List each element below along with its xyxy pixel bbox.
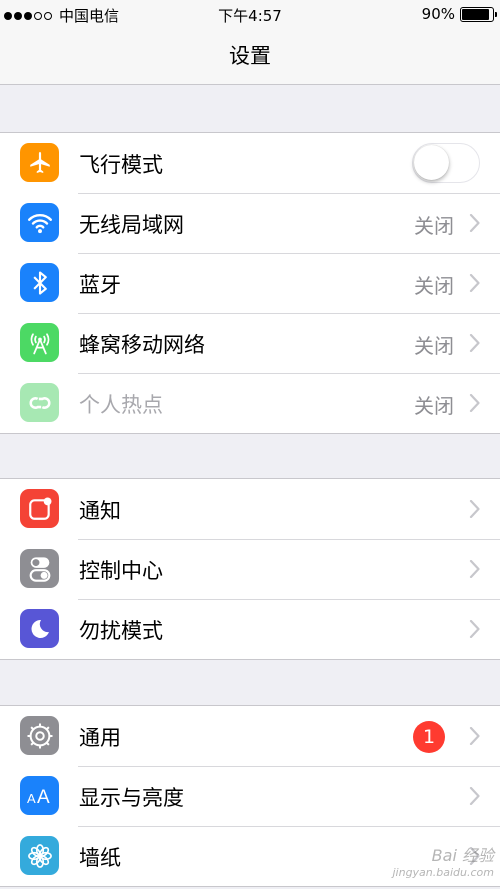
settings-row-label: 通用	[79, 726, 121, 750]
chevron-right-icon	[469, 499, 480, 519]
settings-row-hotspot[interactable]: 个人热点 关闭	[0, 373, 500, 433]
settings-row-label: 控制中心	[79, 559, 163, 583]
settings-row-label: 无线局域网	[79, 213, 184, 237]
status-bar: 中国电信 下午4:57 90%	[0, 0, 500, 28]
settings-row-value: 关闭	[414, 274, 454, 298]
settings-row-airplane[interactable]: 飞行模式	[0, 133, 500, 193]
update-badge: 1	[413, 721, 445, 753]
settings-row-label: 勿扰模式	[79, 619, 163, 643]
text-size-icon: AA	[20, 776, 59, 815]
watermark: Bai 经验 jingyan.baidu.com	[392, 846, 494, 879]
chevron-right-icon	[469, 273, 480, 293]
settings-row-value: 关闭	[414, 334, 454, 358]
settings-row-value: 关闭	[414, 214, 454, 238]
moon-icon	[20, 609, 59, 648]
settings-row-control-center[interactable]: 控制中心	[0, 539, 500, 599]
settings-row-label: 显示与亮度	[79, 786, 184, 810]
settings-row-notifications[interactable]: 通知	[0, 479, 500, 539]
settings-row-label: 蓝牙	[79, 273, 121, 297]
antenna-icon	[20, 323, 59, 362]
settings-row-value: 关闭	[414, 394, 454, 418]
settings-row-cellular[interactable]: 蜂窝移动网络 关闭	[0, 313, 500, 373]
battery-icon	[460, 6, 497, 22]
settings-row-label: 个人热点	[79, 393, 163, 417]
settings-row-label: 墙纸	[79, 846, 121, 870]
switches-icon	[20, 549, 59, 588]
flower-icon	[20, 836, 59, 875]
settings-row-bluetooth[interactable]: 蓝牙 关闭	[0, 253, 500, 313]
settings-row-label: 飞行模式	[79, 153, 163, 177]
svg-text:A: A	[37, 787, 50, 807]
airplane-toggle[interactable]	[412, 143, 480, 183]
settings-row-wifi[interactable]: 无线局域网 关闭	[0, 193, 500, 253]
hotspot-icon	[20, 383, 59, 422]
settings-group-connectivity: 飞行模式 无线局域网 关闭 蓝牙 关闭 蜂窝移动网络 关闭 个人热点 关闭	[0, 132, 500, 434]
chevron-right-icon	[469, 333, 480, 353]
chevron-right-icon	[469, 786, 480, 806]
navigation-bar: 设置	[0, 28, 500, 85]
settings-row-do-not-disturb[interactable]: 勿扰模式	[0, 599, 500, 659]
page-title: 设置	[229, 44, 271, 68]
svg-text:A: A	[27, 791, 36, 806]
chevron-right-icon	[469, 213, 480, 233]
settings-row-display[interactable]: A A 显示与亮度	[0, 766, 500, 826]
chevron-right-icon	[469, 393, 480, 413]
battery-percent: 90%	[421, 5, 455, 23]
settings-group-notifications: 通知控制中心勿扰模式	[0, 478, 500, 660]
settings-row-label: 蜂窝移动网络	[79, 333, 205, 357]
notifications-icon	[20, 489, 59, 528]
chevron-right-icon	[469, 726, 480, 746]
airplane-icon	[20, 143, 59, 182]
settings-row-label: 通知	[79, 499, 121, 523]
gear-icon	[20, 716, 59, 755]
settings-row-general[interactable]: 通用 1	[0, 706, 500, 766]
bluetooth-icon	[20, 263, 59, 302]
chevron-right-icon	[469, 619, 480, 639]
wifi-icon	[20, 203, 59, 242]
battery-status: 90%	[421, 5, 497, 23]
chevron-right-icon	[469, 559, 480, 579]
